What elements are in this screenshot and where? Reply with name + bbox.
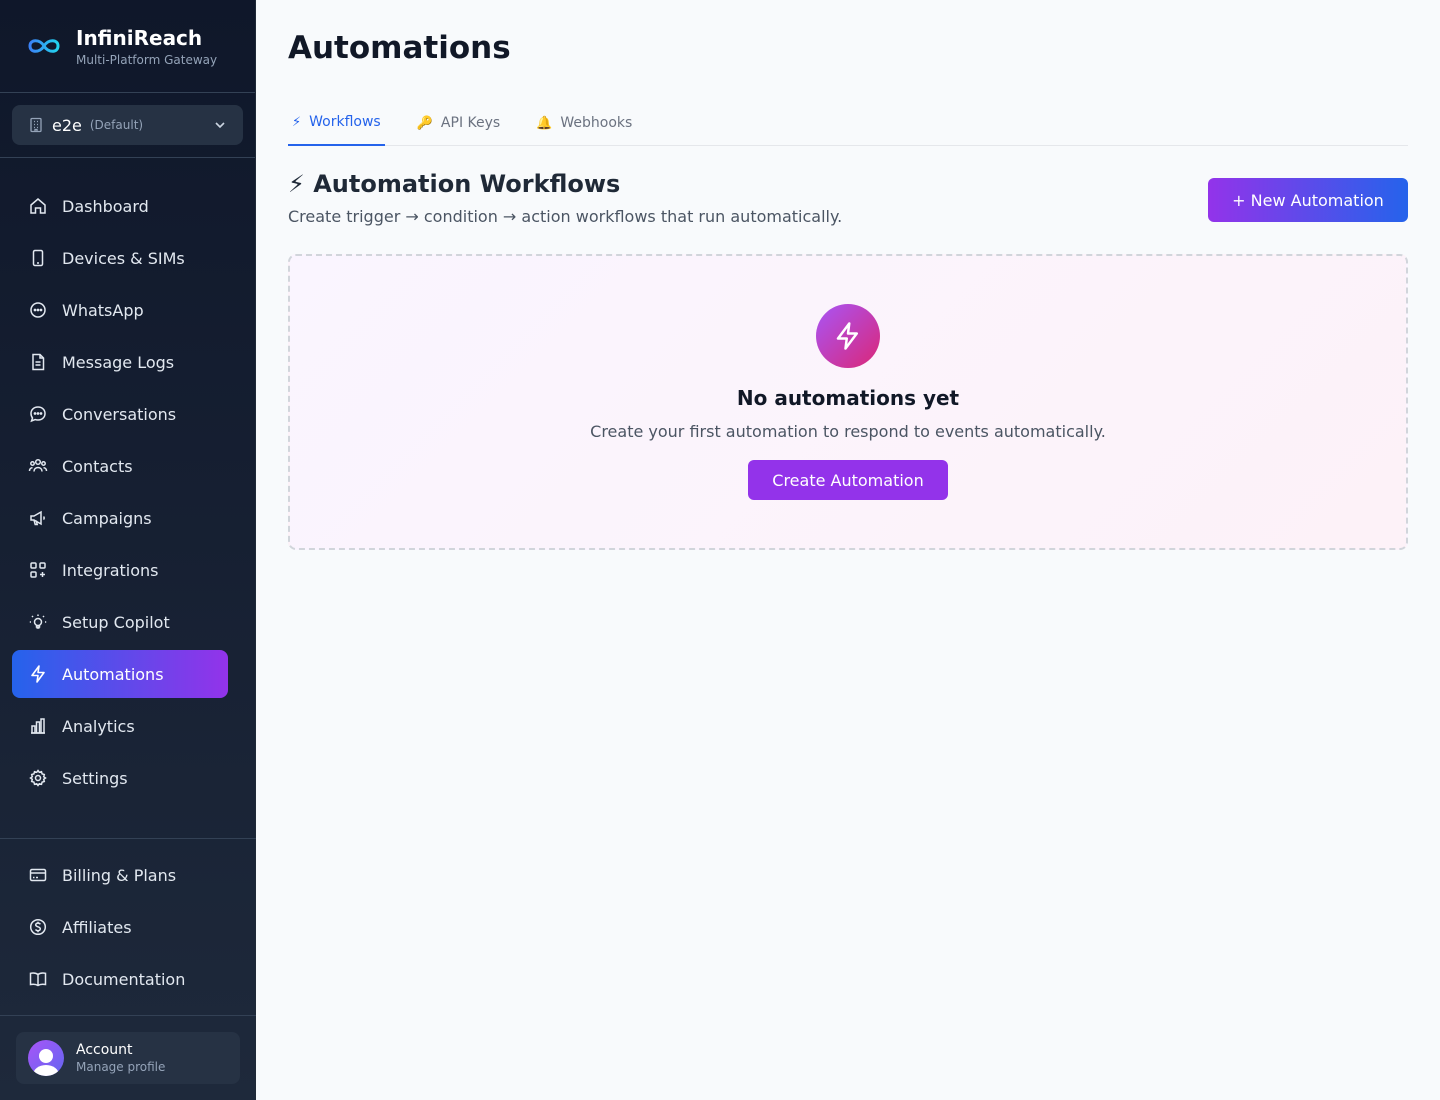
nav-item-billing[interactable]: Billing & Plans (12, 851, 228, 899)
bolt-icon (31, 665, 45, 683)
chat-circle-icon (30, 302, 46, 318)
tab-label: API Keys (440, 115, 501, 131)
brand-subtitle: Multi-Platform Gateway (76, 52, 218, 67)
credit-card-icon (29, 868, 47, 882)
empty-state-subtitle: Create your first automation to respond … (590, 422, 1106, 441)
nav-item-analytics[interactable]: Analytics (12, 702, 228, 750)
section-title: ⚡ Automation Workflows (288, 170, 621, 198)
nav-item-label: Message Logs (62, 352, 175, 372)
grid-plus-icon (30, 562, 46, 578)
nav-item-label: WhatsApp (62, 300, 144, 320)
account-name: Account (76, 1042, 133, 1058)
building-icon (30, 117, 42, 133)
message-bubble-icon (30, 406, 46, 423)
tab-webhooks[interactable]: 🔔 Webhooks (532, 100, 636, 146)
main-nav: Dashboard Devices & SIMs WhatsApp Messag… (0, 158, 255, 802)
avatar (28, 1040, 64, 1076)
nav-item-label: Conversations (62, 404, 177, 424)
section-subtitle: Create trigger → condition → action work… (288, 207, 843, 226)
brand-header: InfiniReach Multi-Platform Gateway (0, 0, 255, 93)
tab-workflows[interactable]: ⚡ Workflows (288, 100, 385, 146)
megaphone-icon (30, 510, 45, 526)
nav-item-conversations[interactable]: Conversations (12, 390, 228, 438)
page-title: Automations (288, 30, 511, 66)
bell-icon: 🔔 (536, 115, 553, 131)
tab-label: Workflows (309, 114, 381, 130)
workspace-selector[interactable]: e2e (Default) (12, 105, 243, 145)
document-icon (32, 353, 45, 371)
nav-item-devices[interactable]: Devices & SIMs (12, 234, 228, 282)
nav-item-contacts[interactable]: Contacts (12, 442, 228, 490)
nav-item-label: Integrations (62, 560, 159, 580)
brand-name: InfiniReach (76, 25, 203, 50)
nav-item-settings[interactable]: Settings (12, 754, 228, 802)
nav-item-label: Billing & Plans (62, 865, 177, 885)
empty-state-title: No automations yet (736, 386, 960, 410)
empty-state: No automations yet Create your first aut… (288, 254, 1408, 550)
nav-item-label: Devices & SIMs (62, 248, 185, 268)
key-icon: 🔑 (416, 115, 433, 131)
home-icon (30, 198, 46, 214)
nav-item-setup-copilot[interactable]: Setup Copilot (12, 598, 228, 646)
dollar-circle-icon (29, 918, 47, 936)
bolt-icon (816, 304, 880, 368)
secondary-nav: Billing & Plans Affiliates Documentation (0, 838, 256, 1007)
lightning-icon: ⚡ (292, 114, 302, 130)
nav-item-label: Contacts (62, 456, 133, 476)
workspace-default-tag: (Default) (89, 118, 144, 132)
account-subtitle: Manage profile (76, 1060, 166, 1074)
nav-item-whatsapp[interactable]: WhatsApp (12, 286, 228, 334)
new-automation-button[interactable]: + New Automation (1208, 178, 1408, 222)
nav-item-label: Affiliates (62, 917, 132, 937)
chevron-down-icon (215, 122, 225, 129)
nav-item-message-logs[interactable]: Message Logs (12, 338, 228, 386)
phone-icon (32, 249, 44, 267)
bar-chart-icon (31, 718, 45, 734)
workspace-name: e2e (52, 115, 82, 135)
book-icon (29, 972, 47, 987)
nav-item-label: Setup Copilot (62, 612, 170, 632)
nav-item-documentation[interactable]: Documentation (12, 955, 228, 1003)
nav-item-dashboard[interactable]: Dashboard (12, 182, 228, 230)
nav-item-label: Settings (62, 768, 128, 788)
nav-item-label: Campaigns (62, 508, 152, 528)
nav-item-automations[interactable]: Automations (12, 650, 228, 698)
lightbulb-icon (29, 614, 47, 629)
sidebar: InfiniReach Multi-Platform Gateway e2e (… (0, 0, 256, 1100)
users-icon (28, 458, 48, 472)
nav-item-campaigns[interactable]: Campaigns (12, 494, 228, 542)
account-menu[interactable]: Account Manage profile (16, 1032, 240, 1084)
nav-item-label: Analytics (62, 716, 135, 736)
nav-item-label: Automations (62, 664, 164, 684)
create-automation-button[interactable]: Create Automation (748, 460, 948, 500)
tab-label: Webhooks (560, 115, 633, 131)
nav-item-label: Dashboard (62, 196, 149, 216)
infinity-logo-icon (26, 28, 62, 64)
gear-icon (29, 769, 47, 787)
tab-api-keys[interactable]: 🔑 API Keys (413, 100, 504, 146)
nav-item-affiliates[interactable]: Affiliates (12, 903, 228, 951)
nav-item-integrations[interactable]: Integrations (12, 546, 228, 594)
nav-item-label: Documentation (62, 969, 186, 989)
tab-bar: ⚡ Workflows 🔑 API Keys 🔔 Webhooks (288, 100, 1408, 146)
